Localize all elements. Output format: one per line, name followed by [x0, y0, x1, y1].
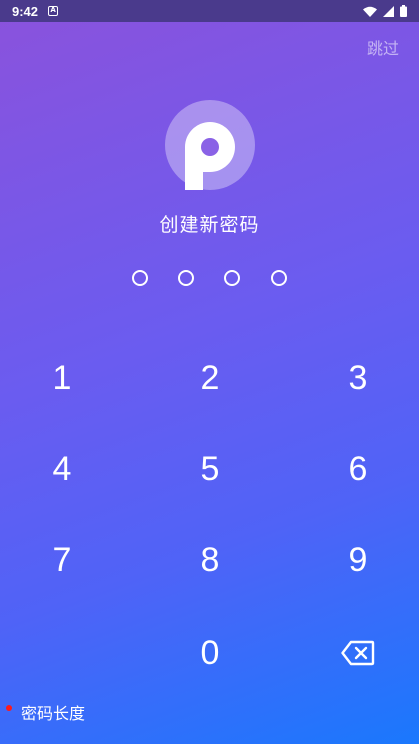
- battery-icon: [400, 5, 407, 17]
- backspace-icon: [341, 640, 375, 666]
- app-logo: [165, 100, 255, 190]
- hint-label: 密码长度: [21, 704, 86, 723]
- pin-dot-1: [132, 270, 148, 286]
- key-8[interactable]: 8: [160, 525, 260, 595]
- pin-dot-4: [271, 270, 287, 286]
- status-icons: [363, 5, 407, 17]
- wifi-icon: [363, 6, 377, 17]
- pin-dot-3: [224, 270, 240, 286]
- hint-marker-icon: [6, 705, 12, 711]
- status-bar: 9:42 A: [0, 0, 419, 22]
- key-4[interactable]: 4: [12, 434, 112, 504]
- signal-icon: [383, 5, 394, 17]
- key-3[interactable]: 3: [308, 343, 408, 413]
- notification-icon: A: [48, 6, 59, 16]
- key-7[interactable]: 7: [12, 525, 112, 595]
- password-length-hint: 密码长度: [6, 700, 85, 724]
- key-0[interactable]: 0: [160, 618, 260, 688]
- status-time: 9:42: [12, 3, 39, 19]
- key-6[interactable]: 6: [308, 434, 408, 504]
- key-2[interactable]: 2: [160, 343, 260, 413]
- pin-dot-2: [178, 270, 194, 286]
- page-title: 创建新密码: [159, 214, 260, 236]
- skip-button[interactable]: 跳过: [367, 35, 399, 59]
- key-9[interactable]: 9: [308, 525, 408, 595]
- pin-indicator: [130, 270, 290, 290]
- key-5[interactable]: 5: [160, 434, 260, 504]
- key-1[interactable]: 1: [12, 343, 112, 413]
- backspace-button[interactable]: [308, 618, 408, 688]
- p-logo-icon: [185, 122, 235, 190]
